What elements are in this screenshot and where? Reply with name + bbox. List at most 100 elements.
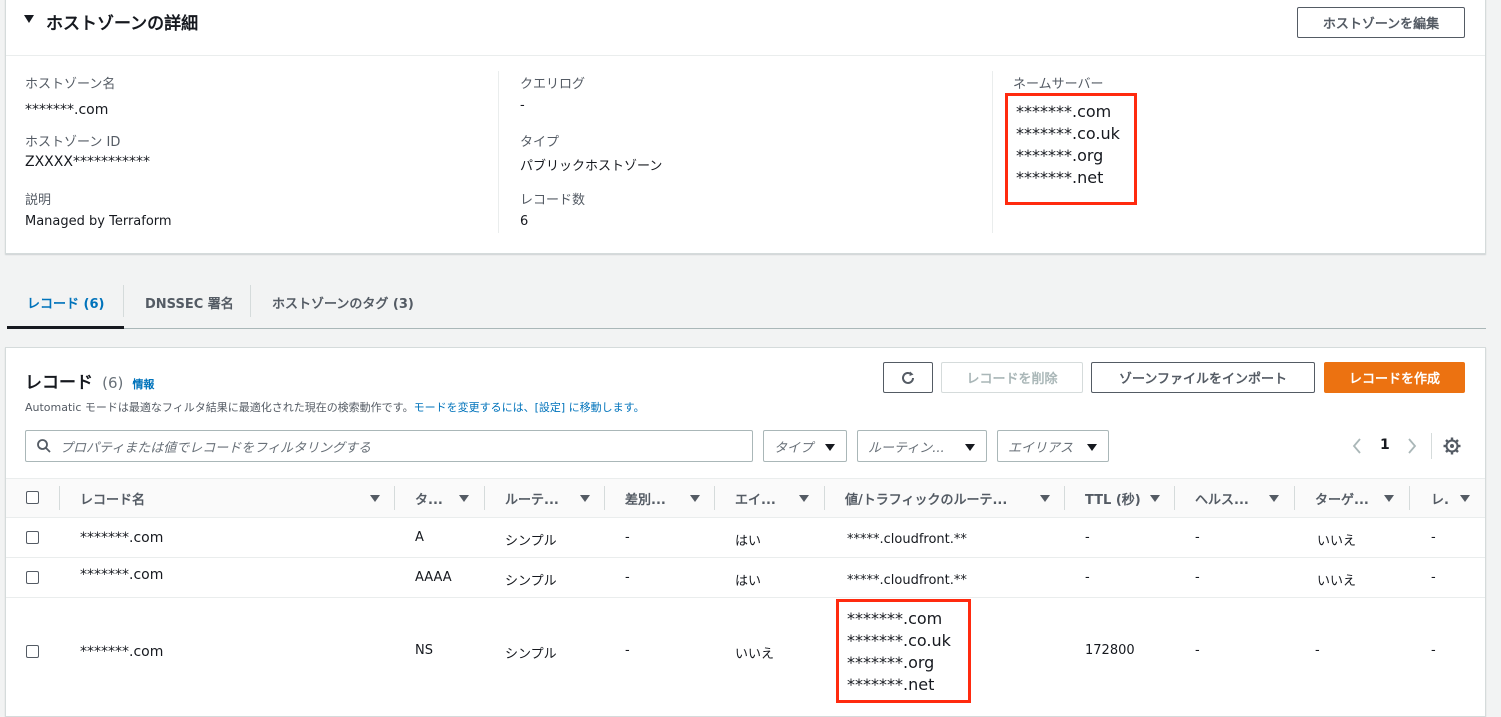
record-count-value: 6: [520, 214, 529, 229]
next-page-icon[interactable]: [1407, 438, 1417, 454]
search-icon: [37, 439, 51, 453]
query-log-label: クエリログ: [520, 77, 586, 92]
previous-page-icon[interactable]: [1352, 438, 1362, 454]
sort-icon[interactable]: [370, 495, 380, 502]
column-header-record-id[interactable]: レ.: [1431, 489, 1449, 508]
current-page[interactable]: 1: [1380, 437, 1390, 453]
settings-link[interactable]: モードを変更するには、[設定] に移動します。: [414, 401, 645, 414]
column-header-type[interactable]: タ...: [415, 489, 443, 508]
column-header-target[interactable]: ターゲ...: [1315, 489, 1369, 508]
routing-filter-label: ルーティン...: [868, 440, 945, 456]
column-divider: [498, 71, 499, 233]
info-link[interactable]: 情報: [132, 378, 154, 391]
name-server: *******.co.uk: [1016, 124, 1120, 143]
sort-icon[interactable]: [1150, 495, 1160, 502]
pagination-divider: [1431, 433, 1432, 459]
hosted-zone-details-panel: [5, 0, 1486, 254]
row-divider: [6, 557, 1485, 558]
tab-dnssec[interactable]: DNSSEC 署名: [145, 293, 234, 312]
record-id-cell: -: [1431, 530, 1436, 545]
refresh-button[interactable]: [883, 362, 933, 393]
column-separator: [59, 486, 60, 510]
value-cell: *******.org: [847, 653, 935, 672]
name-server: *******.net: [1016, 168, 1104, 187]
record-name-cell[interactable]: *******.com: [80, 567, 163, 583]
column-header-value[interactable]: 値/トラフィックのルーテ...: [845, 489, 1007, 508]
row-checkbox[interactable]: [26, 645, 39, 658]
description-text: Automatic モードは最適なフィルタ結果に最適化された現在の検索動作です。: [25, 401, 414, 414]
value-cell: *******.net: [847, 675, 935, 694]
tab-tags[interactable]: ホストゾーンのタグ (3): [272, 293, 414, 312]
routing-cell: シンプル: [505, 574, 557, 589]
search-placeholder: プロパティまたは値でレコードをフィルタリングする: [60, 440, 371, 456]
column-separator: [484, 486, 485, 510]
column-header-routing[interactable]: ルーテ...: [505, 489, 559, 508]
sort-icon[interactable]: [799, 495, 809, 502]
settings-gear-icon[interactable]: [1443, 437, 1461, 455]
differentiator-cell: -: [625, 570, 630, 585]
sort-icon[interactable]: [1269, 495, 1279, 502]
records-title: レコード (6) 情報: [25, 368, 154, 393]
type-filter-select[interactable]: タイプ: [763, 430, 847, 462]
value-cell: *****.cloudfront.**: [847, 532, 967, 547]
name-server: *******.org: [1016, 146, 1104, 165]
dropdown-caret-icon: [825, 444, 835, 451]
description-label: 説明: [25, 193, 52, 208]
routing-cell: シンプル: [505, 647, 557, 662]
sort-icon[interactable]: [1040, 495, 1050, 502]
column-separator: [1064, 486, 1065, 510]
column-separator: [604, 486, 605, 510]
tab-divider: [123, 285, 124, 317]
target-cell: いいえ: [1317, 534, 1357, 549]
row-checkbox[interactable]: [26, 531, 39, 544]
sort-icon[interactable]: [1384, 495, 1394, 502]
tabs-baseline: [7, 328, 1486, 329]
record-id-cell: -: [1431, 643, 1436, 658]
search-input[interactable]: プロパティまたは値でレコードをフィルタリングする: [25, 430, 753, 462]
row-checkbox[interactable]: [26, 571, 39, 584]
sort-icon[interactable]: [690, 495, 700, 502]
sort-icon[interactable]: [1460, 495, 1470, 502]
record-name-cell[interactable]: *******.com: [80, 530, 163, 546]
type-label: タイプ: [520, 135, 560, 150]
collapse-caret-icon[interactable]: [24, 15, 34, 23]
details-header: [6, 0, 1485, 56]
column-separator: [394, 486, 395, 510]
target-cell: いいえ: [1317, 574, 1357, 589]
column-header-alias[interactable]: エイ...: [735, 489, 776, 508]
tab-divider: [250, 285, 251, 317]
column-header-differentiator[interactable]: 差別...: [625, 489, 666, 508]
sort-icon[interactable]: [459, 495, 469, 502]
description-value: Managed by Terraform: [25, 214, 172, 229]
column-separator: [1174, 486, 1175, 510]
value-cell: *******.com: [847, 609, 943, 628]
alias-cell: はい: [735, 534, 762, 549]
import-zone-file-button[interactable]: ゾーンファイルをインポート: [1091, 362, 1315, 393]
column-separator: [1409, 486, 1410, 510]
delete-record-button[interactable]: レコードを削除: [941, 362, 1083, 393]
record-name-cell[interactable]: *******.com: [80, 644, 163, 660]
health-cell: -: [1195, 530, 1200, 545]
edit-hosted-zone-button[interactable]: ホストゾーンを編集: [1297, 7, 1465, 38]
sort-icon[interactable]: [580, 495, 590, 502]
ttl-cell: -: [1085, 530, 1090, 545]
hosted-zone-id: ZXXXX***********: [25, 154, 150, 170]
hosted-zone-name-label: ホストゾーン名: [25, 77, 116, 92]
dropdown-caret-icon: [1087, 444, 1097, 451]
query-log-value: -: [520, 98, 525, 113]
row-divider: [6, 597, 1485, 598]
alias-filter-select[interactable]: エイリアス: [997, 430, 1109, 462]
column-divider: [992, 71, 993, 233]
records-count: (6): [102, 374, 124, 392]
tab-records[interactable]: レコード (6): [27, 293, 104, 312]
column-header-health[interactable]: ヘルス...: [1195, 489, 1249, 508]
create-record-button[interactable]: レコードを作成: [1324, 362, 1465, 393]
refresh-icon: [902, 371, 914, 384]
column-header-record-name[interactable]: レコード名: [80, 489, 145, 508]
records-description: Automatic モードは最適なフィルタ結果に最適化された現在の検索動作です。…: [25, 399, 645, 415]
select-all-checkbox[interactable]: [26, 491, 39, 504]
column-header-ttl[interactable]: TTL (秒): [1085, 489, 1141, 508]
name-server: *******.com: [1016, 102, 1112, 121]
records-title-text: レコード: [25, 373, 93, 393]
routing-filter-select[interactable]: ルーティン...: [857, 430, 987, 462]
